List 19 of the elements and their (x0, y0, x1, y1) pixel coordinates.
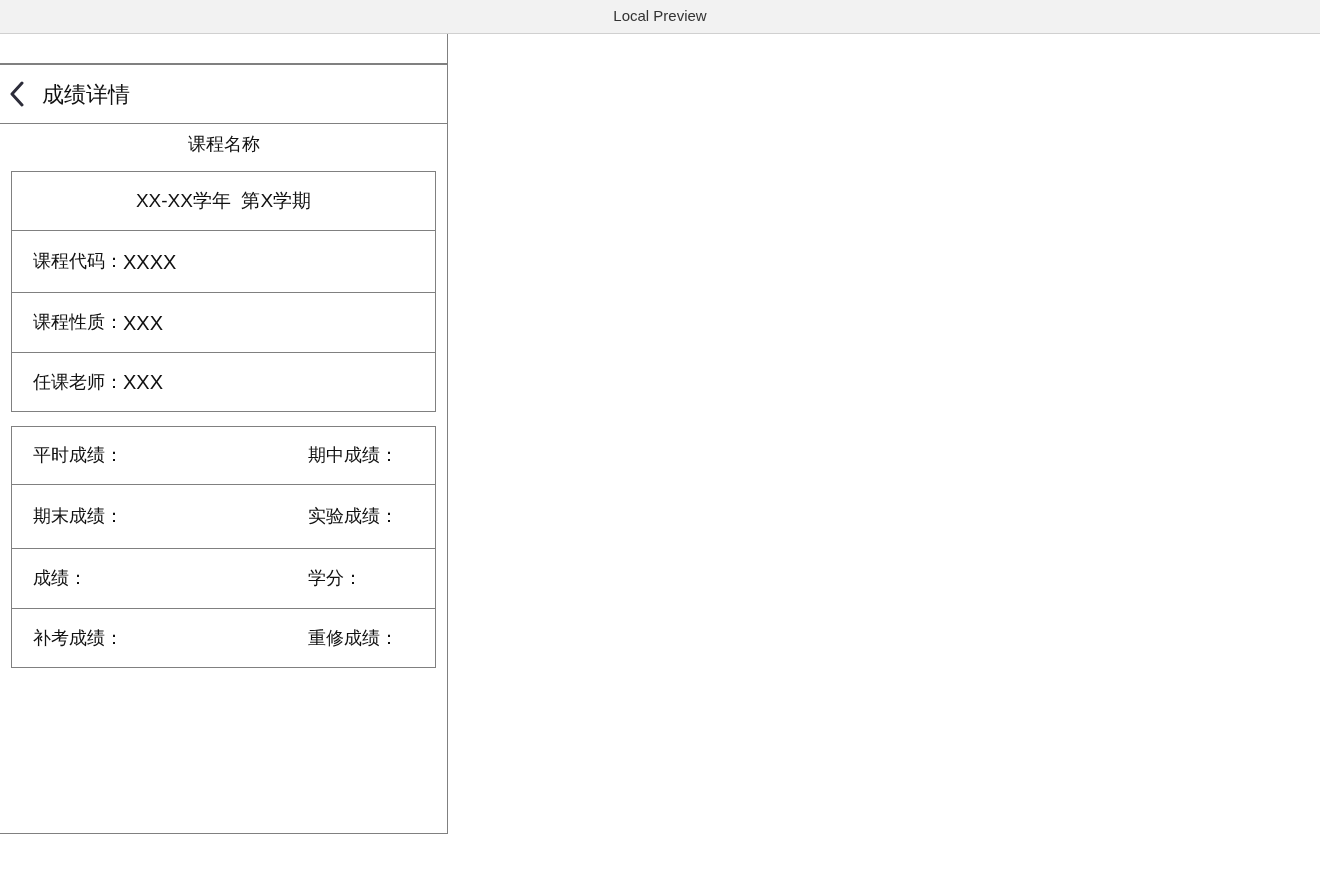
grade-label: 学分： (308, 567, 362, 590)
grade-label: 期末成绩： (33, 505, 124, 528)
back-icon (10, 81, 24, 107)
grade-label: 重修成绩： (308, 626, 398, 650)
window-title: Local Preview (613, 6, 707, 27)
course-name: 课程名称 (187, 133, 260, 156)
field-value: XXX (123, 310, 164, 336)
term-label: XX-XX学年 第X学期 (135, 188, 312, 213)
page-title: 成绩详情 (42, 80, 130, 109)
grade-label: 补考成绩： (33, 626, 124, 650)
field-label: 课程性质： (33, 311, 123, 334)
grade-label: 期中成绩： (308, 444, 398, 467)
field-value: XXX (123, 370, 164, 395)
field-value: XXXX (123, 249, 177, 275)
grade-label: 实验成绩： (308, 505, 398, 528)
field-label: 任课老师： (33, 370, 123, 394)
grade-label: 平时成绩： (33, 444, 124, 467)
field-label: 课程代码： (33, 250, 123, 273)
grade-label: 成绩： (33, 567, 88, 590)
